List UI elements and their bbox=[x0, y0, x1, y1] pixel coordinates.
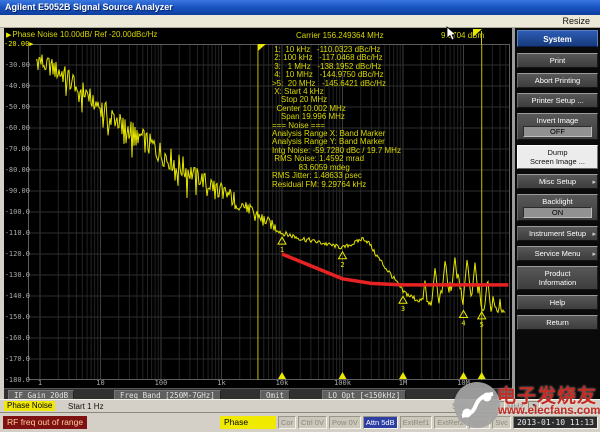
x-axis-label: 1M bbox=[399, 379, 407, 387]
menu-button-instrument-setup[interactable]: Instrument Setup▸ bbox=[517, 226, 598, 241]
menu-button-product-information[interactable]: ProductInformation bbox=[517, 266, 598, 290]
y-axis-label: -110.0 bbox=[4, 229, 30, 237]
menu-button-printer-setup[interactable]: Printer Setup ... bbox=[517, 93, 598, 108]
y-axis-label: -150.0 bbox=[4, 313, 30, 321]
status-indicator-pow-0v: Pow 0V bbox=[329, 416, 361, 429]
trace-scale-header: ▶Phase Noise 10.00dB/ Ref -20.00dBc/Hz bbox=[6, 30, 157, 39]
menu-button-value: OFF bbox=[523, 126, 593, 137]
stop-field-label: Stop bbox=[452, 401, 468, 412]
mouse-cursor-icon bbox=[446, 26, 458, 42]
menu-button-value: ON bbox=[523, 207, 593, 218]
y-axis-label: -170.0 bbox=[4, 355, 30, 363]
phase-noise-trace bbox=[36, 55, 505, 313]
x-axis-label: 100 bbox=[155, 379, 168, 387]
trace-marker-label: 1 bbox=[280, 246, 284, 254]
trace-scale-label: Phase Noise 10.00dB/ Ref -20.00dBc/Hz bbox=[12, 30, 157, 39]
menu-button-invert-image[interactable]: Invert ImageOFF bbox=[517, 113, 598, 140]
band-stop-flag-icon bbox=[473, 29, 482, 37]
entry-field-value: Start 1 Hz bbox=[68, 401, 104, 411]
submenu-arrow-icon: ▸ bbox=[592, 178, 596, 186]
x-axis-label: 10 bbox=[96, 379, 104, 387]
phase-noise-plot: 1 2 3 4 5 bbox=[28, 44, 510, 380]
menu-button-help[interactable]: Help bbox=[517, 295, 598, 310]
active-trace-arrow-icon: ▶ bbox=[6, 32, 11, 39]
status-indicator-cor: Cor bbox=[278, 416, 296, 429]
status-mode-badge: Phase Noise: Meas bbox=[220, 416, 276, 429]
y-axis-label: -30.00 bbox=[4, 61, 30, 69]
status-indicator-extref2: ExtRef2 bbox=[434, 416, 467, 429]
menu-button-dump-screen-image[interactable]: DumpScreen Image ... bbox=[517, 145, 598, 169]
status-datetime: 2013-01-10 11:13 bbox=[513, 416, 598, 429]
y-axis-label: -160.0 bbox=[4, 334, 30, 342]
y-axis-label: -60.00 bbox=[4, 124, 30, 132]
x-axis-label: 1 bbox=[38, 379, 42, 387]
status-indicator-ctrl-0v: Ctrl 0V bbox=[298, 416, 327, 429]
menu-title-system[interactable]: System bbox=[517, 30, 598, 47]
x-axis-label: 10k bbox=[276, 379, 289, 387]
status-indicator-row: Phase Noise: Meas CorCtrl 0VPow 0VAttn 5… bbox=[220, 416, 598, 429]
status-indicator-extref1: ExtRef1 bbox=[400, 416, 433, 429]
x-axis-label: 1k bbox=[217, 379, 225, 387]
menu-button-service-menu[interactable]: Service Menu▸ bbox=[517, 246, 598, 261]
instrument-screen: ▶Phase Noise 10.00dB/ Ref -20.00dBc/Hz C… bbox=[4, 28, 512, 399]
stop-value-input[interactable] bbox=[474, 401, 505, 412]
analysis-line: Residual FM: 9.29764 kHz bbox=[272, 181, 401, 189]
unit-label: MHz bbox=[507, 401, 523, 412]
band-start-flag-icon bbox=[258, 44, 266, 51]
menu-button-backlight[interactable]: BacklightON bbox=[517, 194, 598, 221]
trace-marker-label: 2 bbox=[340, 261, 344, 269]
menu-button-misc-setup[interactable]: Misc Setup▸ bbox=[517, 174, 598, 189]
entry-field-label: Phase Noise bbox=[4, 401, 55, 411]
status-indicator-attn-5db: Attn 5dB bbox=[363, 416, 398, 429]
window-title-bar: Agilent E5052B Signal Source Analyzer bbox=[0, 0, 600, 15]
marker-analysis-readout: 1: 10 kHz -110.0323 dBc/Hz 2: 100 kHz -1… bbox=[272, 46, 401, 189]
entry-bar: Phase Noise Start 1 Hz Stop MHz ▾ bbox=[0, 399, 600, 412]
app-window: Agilent E5052B Signal Source Analyzer Re… bbox=[0, 0, 600, 432]
menu-bar: Resize bbox=[0, 15, 600, 28]
window-title: Agilent E5052B Signal Source Analyzer bbox=[5, 2, 173, 12]
y-axis-label: -90.00 bbox=[4, 187, 30, 195]
menu-button-return[interactable]: Return bbox=[517, 315, 598, 330]
status-alert-badge: RF freq out of range bbox=[3, 416, 87, 429]
y-axis-label: -70.00 bbox=[4, 145, 30, 153]
menu-scroll-strip[interactable] bbox=[512, 28, 515, 399]
x-axis-label: 100k bbox=[334, 379, 351, 387]
trace-marker-label: 5 bbox=[480, 321, 484, 329]
y-axis-label: -120.0 bbox=[4, 250, 30, 258]
submenu-arrow-icon: ▸ bbox=[592, 230, 596, 238]
y-axis-label: -40.00 bbox=[4, 82, 30, 90]
menu-button-print[interactable]: Print bbox=[517, 53, 598, 68]
status-bar: RF freq out of range Phase Noise: Meas C… bbox=[0, 412, 600, 432]
softkey-menu-panel: System Print Abort Printing Printer Setup … bbox=[512, 28, 600, 399]
y-axis-label: -140.0 bbox=[4, 292, 30, 300]
menu-button-abort-printing[interactable]: Abort Printing bbox=[517, 73, 598, 88]
carrier-frequency-readout: Carrier 156.249364 MHz bbox=[296, 31, 384, 40]
y-axis-label: -80.00 bbox=[4, 166, 30, 174]
x-axis: 1 10 100 1k 10k 100k 1M 10M bbox=[4, 379, 512, 388]
axis-marker-5 bbox=[478, 372, 486, 379]
y-axis-label: -100.0 bbox=[4, 208, 30, 216]
y-axis-label: -20.00▶ bbox=[4, 40, 30, 48]
x-axis-label: 10M bbox=[457, 379, 470, 387]
submenu-arrow-icon: ▸ bbox=[592, 250, 596, 258]
status-indicator-stop: Stop bbox=[469, 416, 490, 429]
trace-marker-label: 4 bbox=[461, 319, 465, 327]
menu-item-resize[interactable]: Resize bbox=[562, 16, 590, 26]
status-indicator-svc: Svc bbox=[492, 416, 511, 429]
y-axis-label: -50.00 bbox=[4, 103, 30, 111]
y-axis-label: -130.0 bbox=[4, 271, 30, 279]
trace-marker-label: 3 bbox=[401, 305, 405, 313]
